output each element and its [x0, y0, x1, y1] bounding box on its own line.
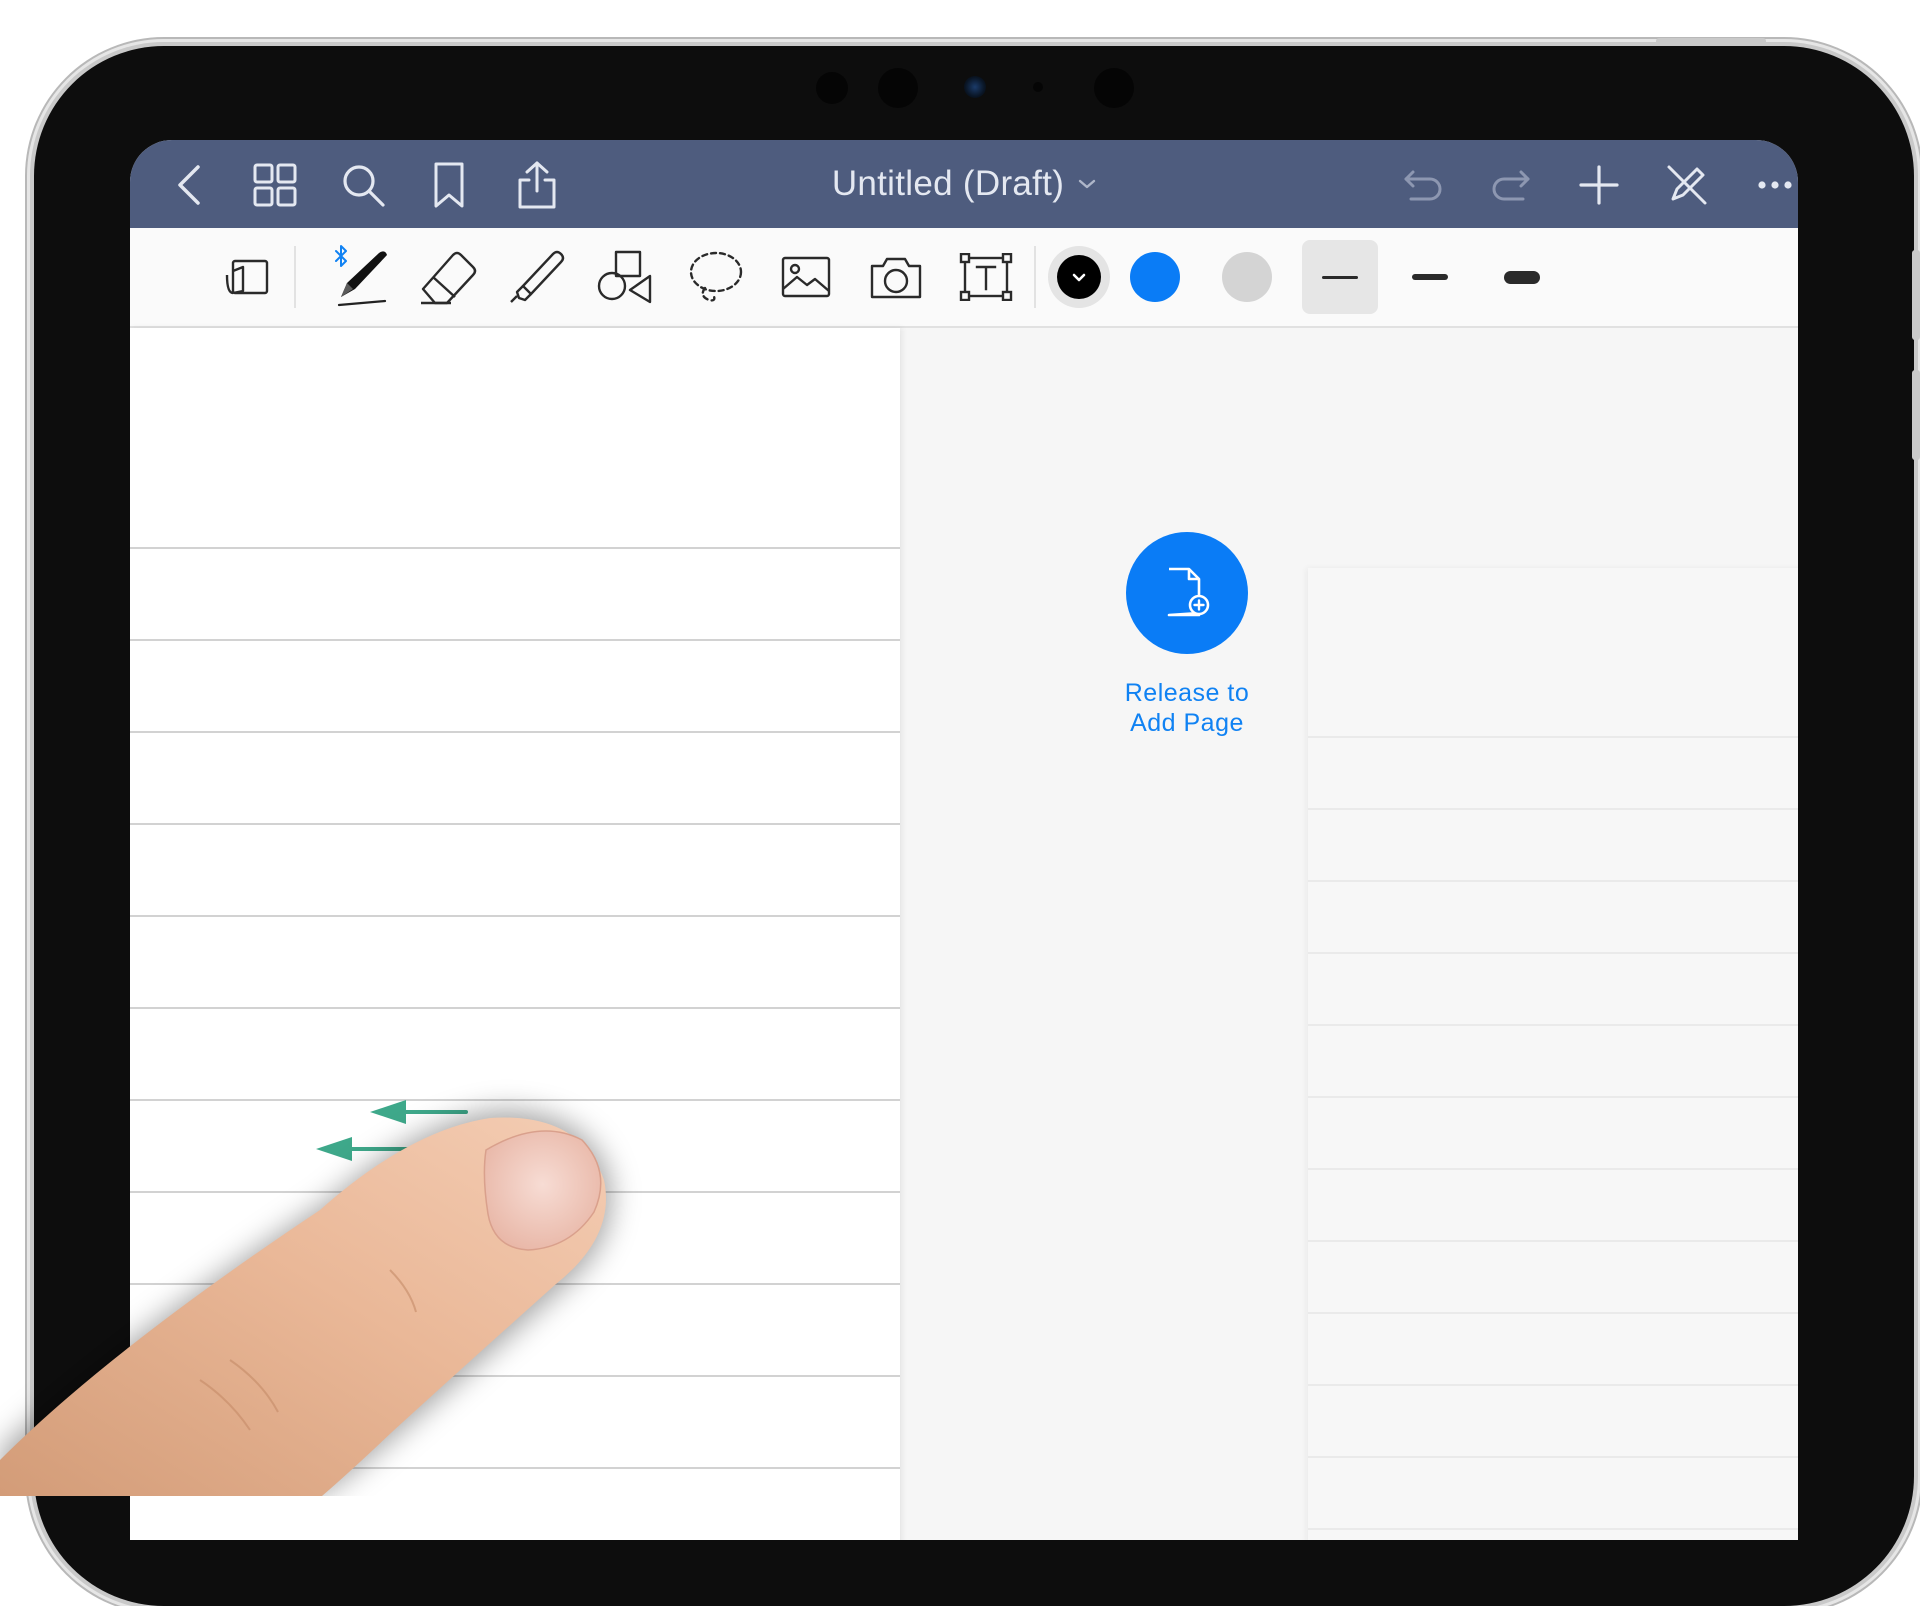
page-rule-line — [1308, 1312, 1798, 1314]
tool-bar — [130, 228, 1798, 328]
page-rule-line — [130, 915, 900, 917]
redo-icon — [1492, 170, 1530, 201]
pen-tool-button[interactable] — [324, 242, 396, 312]
page-rule-line — [1308, 1528, 1798, 1530]
navigation-bar: Untitled (Draft) — [130, 140, 1798, 228]
camera-icon — [870, 257, 922, 299]
back-button[interactable] — [158, 154, 220, 216]
page-rule-line — [130, 1099, 900, 1101]
add-page-icon — [1167, 567, 1210, 617]
plus-icon — [1579, 165, 1619, 205]
undo-button[interactable] — [1392, 154, 1454, 216]
highlighter-tool-button[interactable] — [500, 242, 572, 312]
stroke-width-medium[interactable] — [1392, 240, 1468, 314]
add-page-label-line1: Release to — [1124, 679, 1250, 707]
page-rule-line — [1308, 1384, 1798, 1386]
toolbar-divider — [1034, 246, 1036, 308]
volume-up-button — [1912, 250, 1920, 340]
stroke-width-thick[interactable] — [1484, 240, 1560, 314]
lasso-icon — [689, 251, 743, 302]
read-only-mode-button[interactable] — [212, 242, 284, 312]
color-swatch-blue[interactable] — [1130, 252, 1180, 302]
image-icon — [781, 256, 831, 298]
share-icon — [518, 161, 556, 209]
page-rule-line — [130, 1191, 900, 1193]
page-rule-line — [1308, 808, 1798, 810]
next-page-preview — [1308, 568, 1798, 1540]
stroke-preview-thick — [1504, 270, 1540, 284]
redo-button[interactable] — [1480, 154, 1542, 216]
page-rule-line — [130, 1375, 900, 1377]
more-button[interactable] — [1744, 154, 1798, 216]
stroke-width-thin[interactable] — [1302, 240, 1378, 314]
pen-off-icon — [1667, 165, 1707, 205]
document-title-menu[interactable]: Untitled (Draft) — [832, 164, 1096, 204]
page-rule-line — [1308, 880, 1798, 882]
page-rule-line — [130, 639, 900, 641]
text-box-icon — [959, 253, 1013, 301]
shapes-icon — [597, 250, 652, 304]
page-rule-line — [1308, 1024, 1798, 1026]
grid-icon — [253, 163, 297, 207]
app-screen: Untitled (Draft) Release to Add Page — [130, 140, 1798, 1540]
bookmark-button[interactable] — [418, 154, 480, 216]
top-button — [1656, 38, 1766, 46]
page-rule-line — [130, 731, 900, 733]
stroke-preview-thin — [1322, 275, 1358, 279]
chevron-down-icon — [1078, 179, 1096, 189]
add-page-label-line2: Add Page — [1130, 709, 1244, 737]
share-button[interactable] — [506, 154, 568, 216]
chevron-left-icon — [178, 165, 200, 205]
document-title: Untitled (Draft) — [831, 164, 1065, 203]
page-rule-line — [1308, 952, 1798, 954]
sensor-dot — [878, 68, 918, 108]
bookmark-icon — [434, 162, 464, 208]
shapes-tool-button[interactable] — [590, 242, 662, 312]
eraser-tool-button[interactable] — [412, 242, 484, 312]
volume-down-button — [1912, 370, 1920, 460]
color-swatch-gray[interactable] — [1222, 252, 1272, 302]
color-swatch-black[interactable] — [1054, 252, 1104, 302]
page-rule-line — [1308, 1456, 1798, 1458]
camera-tool-button[interactable] — [860, 242, 932, 312]
lasso-tool-button[interactable] — [680, 242, 752, 312]
undo-icon — [1404, 170, 1442, 201]
sensor-dot — [1033, 82, 1043, 92]
page-rule-line — [130, 1007, 900, 1009]
page-rule-line — [130, 823, 900, 825]
toolbar-divider — [294, 246, 296, 308]
page-rule-line — [1308, 736, 1798, 738]
page-rule-line — [130, 547, 900, 549]
sensor-dot — [1094, 68, 1134, 108]
page-rule-line — [130, 1467, 900, 1469]
add-button[interactable] — [1568, 154, 1630, 216]
thumbnails-button[interactable] — [244, 154, 306, 216]
search-button[interactable] — [332, 154, 394, 216]
search-icon — [343, 165, 385, 207]
read-only-mode-icon — [225, 259, 269, 295]
stroke-preview-medium — [1412, 274, 1448, 280]
eraser-icon — [421, 251, 477, 305]
swatch-fill — [1057, 255, 1101, 299]
page-rule-line — [1308, 1168, 1798, 1170]
add-page-label: Release to Add Page — [1080, 678, 1294, 738]
add-page-button[interactable] — [1126, 532, 1248, 654]
current-page[interactable] — [130, 328, 900, 1540]
bluetooth-icon — [335, 245, 347, 267]
chevron-down-icon — [1057, 255, 1101, 299]
text-tool-button[interactable] — [950, 242, 1022, 312]
more-icon — [1758, 181, 1792, 189]
highlighter-icon — [510, 250, 565, 303]
pencil-only-toggle[interactable] — [1656, 154, 1718, 216]
page-rule-line — [1308, 1096, 1798, 1098]
sensor-dot — [816, 72, 848, 104]
image-tool-button[interactable] — [770, 242, 842, 312]
page-rule-line — [1308, 1240, 1798, 1242]
page-rule-line — [130, 1283, 900, 1285]
camera-lens — [964, 76, 986, 98]
